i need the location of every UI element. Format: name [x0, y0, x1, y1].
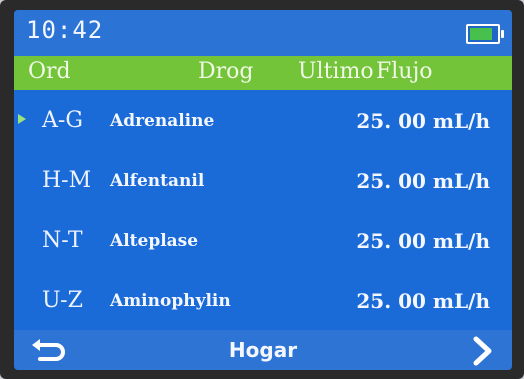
row-ord: A-G: [42, 108, 83, 133]
row-drug: Aminophylin: [110, 291, 231, 311]
list-item[interactable]: H-M Alfentanil 25. 00 mL/h: [14, 150, 512, 210]
row-ord: N-T: [42, 228, 83, 253]
row-ord: H-M: [42, 168, 92, 193]
device-bezel: 10:42 Ord Drog Ultimo Flujo A-G Adrenali…: [0, 0, 524, 379]
home-button[interactable]: Hogar: [14, 338, 512, 362]
header-drog: Drog: [198, 59, 254, 84]
row-flow: 25. 00 mL/h: [356, 289, 490, 313]
row-drug: Adrenaline: [110, 111, 215, 131]
drug-list: A-G Adrenaline 25. 00 mL/h H-M Alfentani…: [14, 90, 512, 330]
list-item[interactable]: N-T Alteplase 25. 00 mL/h: [14, 210, 512, 270]
column-header-bar: Ord Drog Ultimo Flujo: [14, 56, 512, 90]
status-bar: 10:42: [14, 10, 512, 56]
header-flujo: Flujo: [376, 59, 433, 84]
row-flow: 25. 00 mL/h: [356, 229, 490, 253]
battery-level-fill: [470, 28, 492, 40]
list-item[interactable]: A-G Adrenaline 25. 00 mL/h: [14, 90, 512, 150]
footer-bar: Hogar: [14, 330, 512, 370]
row-ord: U-Z: [42, 288, 83, 313]
row-flow: 25. 00 mL/h: [356, 109, 490, 133]
row-drug: Alteplase: [110, 231, 199, 251]
chevron-right-icon[interactable]: [472, 336, 494, 366]
row-flow: 25. 00 mL/h: [356, 169, 490, 193]
infusion-pump-screen: 10:42 Ord Drog Ultimo Flujo A-G Adrenali…: [14, 10, 512, 370]
header-ord: Ord: [28, 59, 71, 84]
row-drug: Alfentanil: [110, 171, 205, 191]
header-ultimo: Ultimo: [298, 59, 374, 84]
battery-icon: [466, 24, 504, 44]
list-item[interactable]: U-Z Aminophylin 25. 00 mL/h: [14, 270, 512, 330]
clock-time: 10:42: [26, 16, 104, 44]
selection-marker-icon: [18, 114, 26, 124]
